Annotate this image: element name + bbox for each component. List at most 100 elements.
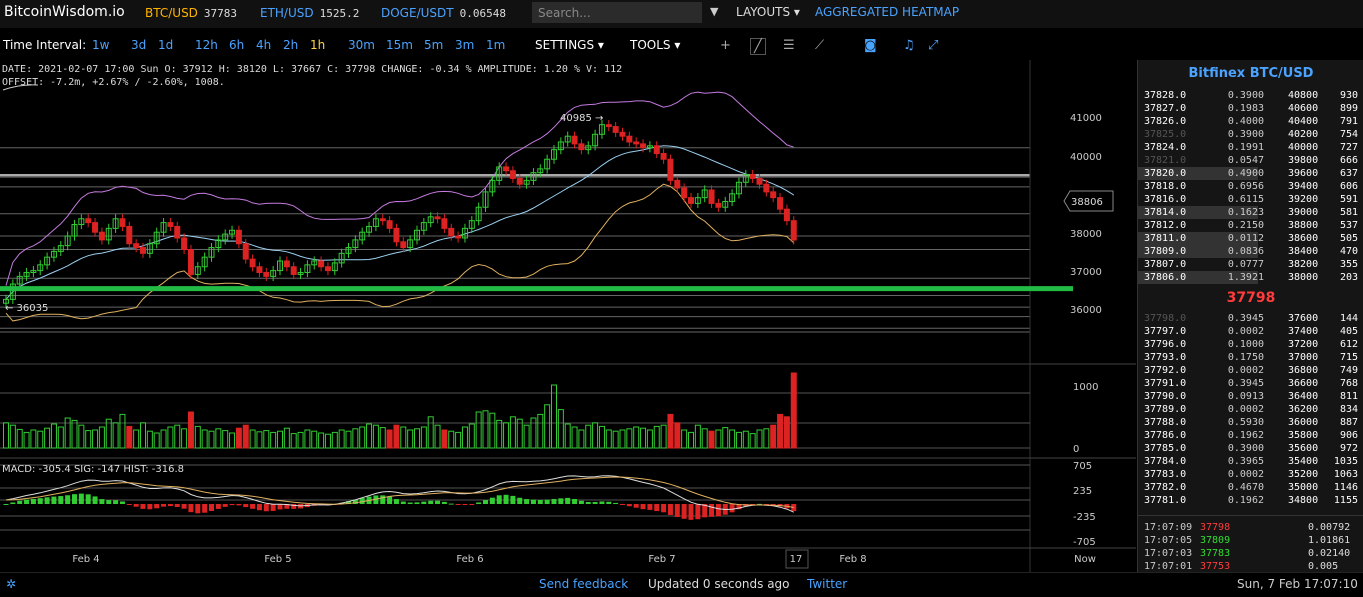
layouts-menu[interactable]: LAYOUTS ▾ bbox=[736, 5, 800, 19]
interval-6h[interactable]: 6h bbox=[229, 38, 244, 52]
volume-bar bbox=[681, 429, 688, 449]
ask-price: 37821.0 bbox=[1144, 155, 1187, 166]
ask-amount: 0.0777 bbox=[1227, 259, 1264, 270]
search-input[interactable] bbox=[532, 2, 702, 23]
bid-price: 37797.0 bbox=[1144, 326, 1187, 337]
interval-30m[interactable]: 30m bbox=[348, 38, 375, 52]
ticker-doge[interactable]: DOGE/USDT 0.06548 bbox=[381, 6, 506, 20]
bid-row: 37783.0 0.0002 35200 1063 bbox=[1138, 468, 1363, 481]
volume-bar bbox=[324, 433, 331, 449]
candle-body bbox=[181, 237, 188, 250]
camera-icon[interactable]: ◙ bbox=[864, 38, 877, 53]
app-logo[interactable]: BitcoinWisdom.io bbox=[4, 4, 125, 20]
send-feedback-link[interactable]: Send feedback bbox=[539, 577, 628, 591]
volume-bar bbox=[187, 411, 194, 449]
crosshair-icon[interactable]: + bbox=[720, 38, 731, 53]
interval-1w[interactable]: 1w bbox=[92, 38, 109, 52]
bid-row: 37785.0 0.3900 35600 972 bbox=[1138, 442, 1363, 455]
macd-hist-bar bbox=[85, 494, 91, 504]
volume-bar bbox=[523, 424, 530, 449]
depth-size: 834 bbox=[1339, 404, 1358, 415]
trade-time: 17:07:05 bbox=[1144, 535, 1193, 546]
volume-bar bbox=[160, 429, 167, 449]
tools-menu[interactable]: TOOLS ▾ bbox=[630, 38, 680, 52]
macd-hist-bar bbox=[188, 504, 194, 513]
macd-hist-bar bbox=[147, 504, 153, 510]
interval-5m[interactable]: 5m bbox=[424, 38, 443, 52]
depth-size: 612 bbox=[1339, 339, 1358, 350]
candle-body bbox=[85, 218, 92, 224]
interval-3m[interactable]: 3m bbox=[455, 38, 474, 52]
bid-amount: 0.1000 bbox=[1227, 339, 1264, 350]
volume-bar bbox=[770, 424, 777, 449]
alert-bell-icon[interactable]: ♫ bbox=[903, 38, 915, 53]
volume-bar bbox=[790, 372, 797, 449]
candle-body bbox=[619, 131, 626, 137]
volume-bar bbox=[544, 404, 551, 449]
interval-12h[interactable]: 12h bbox=[195, 38, 218, 52]
ask-price: 37826.0 bbox=[1144, 116, 1187, 127]
macd-hist-bar bbox=[558, 498, 564, 504]
price-tick-label: 41000 bbox=[1070, 113, 1102, 124]
ticker-btc[interactable]: BTC/USD 37783 bbox=[145, 6, 237, 20]
settings-menu[interactable]: SETTINGS ▾ bbox=[535, 38, 604, 52]
volume-bar bbox=[674, 422, 681, 449]
ask-price: 37827.0 bbox=[1144, 103, 1187, 114]
candle-info: DATE: 2021-02-07 17:00 Sun O: 37912 H: 3… bbox=[2, 64, 623, 88]
volume-bar bbox=[605, 429, 612, 449]
time-tick-label: Feb 6 bbox=[456, 554, 483, 565]
volume-bar bbox=[338, 429, 345, 449]
interval-3d[interactable]: 3d bbox=[131, 38, 146, 52]
fullscreen-icon[interactable]: ⤢ bbox=[928, 38, 938, 53]
depth-size: 887 bbox=[1339, 417, 1358, 428]
fib-icon[interactable]: ⟋ bbox=[815, 38, 824, 53]
settings-gear-icon[interactable]: ✲ bbox=[6, 577, 16, 591]
macd-hist-bar bbox=[640, 504, 646, 510]
trade-row: 17:07:09 37798 0.00792 bbox=[1138, 521, 1363, 534]
ask-price: 37818.0 bbox=[1144, 181, 1187, 192]
volume-bar bbox=[153, 432, 160, 449]
search-dropdown-icon[interactable]: ▼ bbox=[710, 5, 718, 18]
candle-body bbox=[140, 247, 146, 254]
candle-body bbox=[770, 191, 777, 199]
bid-price: 37788.0 bbox=[1144, 417, 1187, 428]
volume-bar bbox=[242, 424, 249, 449]
ask-amount: 0.6115 bbox=[1227, 194, 1264, 205]
interval-1d[interactable]: 1d bbox=[158, 38, 173, 52]
macd-hist-bar bbox=[654, 504, 660, 512]
candle-body bbox=[777, 197, 784, 210]
depth-size: 749 bbox=[1339, 365, 1358, 376]
bid-row: 37792.0 0.0002 36800 749 bbox=[1138, 364, 1363, 377]
hlines-icon[interactable]: ☰ bbox=[783, 38, 795, 53]
interval-1h[interactable]: 1h bbox=[310, 38, 325, 52]
bid-amount: 0.3945 bbox=[1227, 378, 1264, 389]
aggregated-heatmap-link[interactable]: AGGREGATED HEATMAP bbox=[815, 5, 959, 19]
bid-price: 37789.0 bbox=[1144, 404, 1187, 415]
trendline-icon[interactable]: ╱ bbox=[750, 38, 766, 55]
price-chart[interactable]: 4100040000390003800037000360003880640985… bbox=[0, 60, 1136, 572]
candle-body bbox=[256, 266, 263, 274]
ask-row: 37806.0 1.3921 38000 203 bbox=[1138, 271, 1363, 284]
volume-bar bbox=[633, 426, 640, 449]
time-interval-label: Time Interval: bbox=[3, 38, 87, 52]
macd-hist-bar bbox=[578, 500, 584, 504]
macd-hist-bar bbox=[709, 504, 715, 517]
volume-tick-label: 0 bbox=[1073, 444, 1079, 455]
depth-size: 715 bbox=[1339, 352, 1358, 363]
volume-bar bbox=[537, 413, 544, 449]
interval-2h[interactable]: 2h bbox=[283, 38, 298, 52]
interval-1m[interactable]: 1m bbox=[486, 38, 505, 52]
volume-bar bbox=[140, 422, 146, 449]
depth-price: 36600 bbox=[1288, 378, 1319, 389]
twitter-link[interactable]: Twitter bbox=[807, 577, 847, 591]
bid-amount: 0.0002 bbox=[1227, 404, 1264, 415]
interval-15m[interactable]: 15m bbox=[386, 38, 413, 52]
interval-4h[interactable]: 4h bbox=[256, 38, 271, 52]
depth-price: 40800 bbox=[1288, 90, 1319, 101]
depth-price: 38400 bbox=[1288, 246, 1319, 257]
ticker-eth[interactable]: ETH/USD 1525.2 bbox=[260, 6, 359, 20]
depth-size: 1063 bbox=[1333, 469, 1358, 480]
high-marker: 40985 → bbox=[560, 113, 603, 124]
depth-price: 37200 bbox=[1288, 339, 1319, 350]
volume-bar bbox=[331, 431, 338, 449]
